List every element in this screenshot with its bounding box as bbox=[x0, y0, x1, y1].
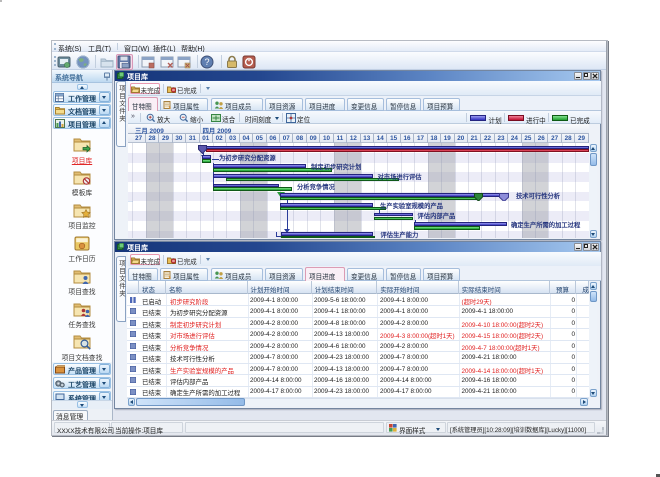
svg-text:?: ? bbox=[204, 57, 209, 67]
